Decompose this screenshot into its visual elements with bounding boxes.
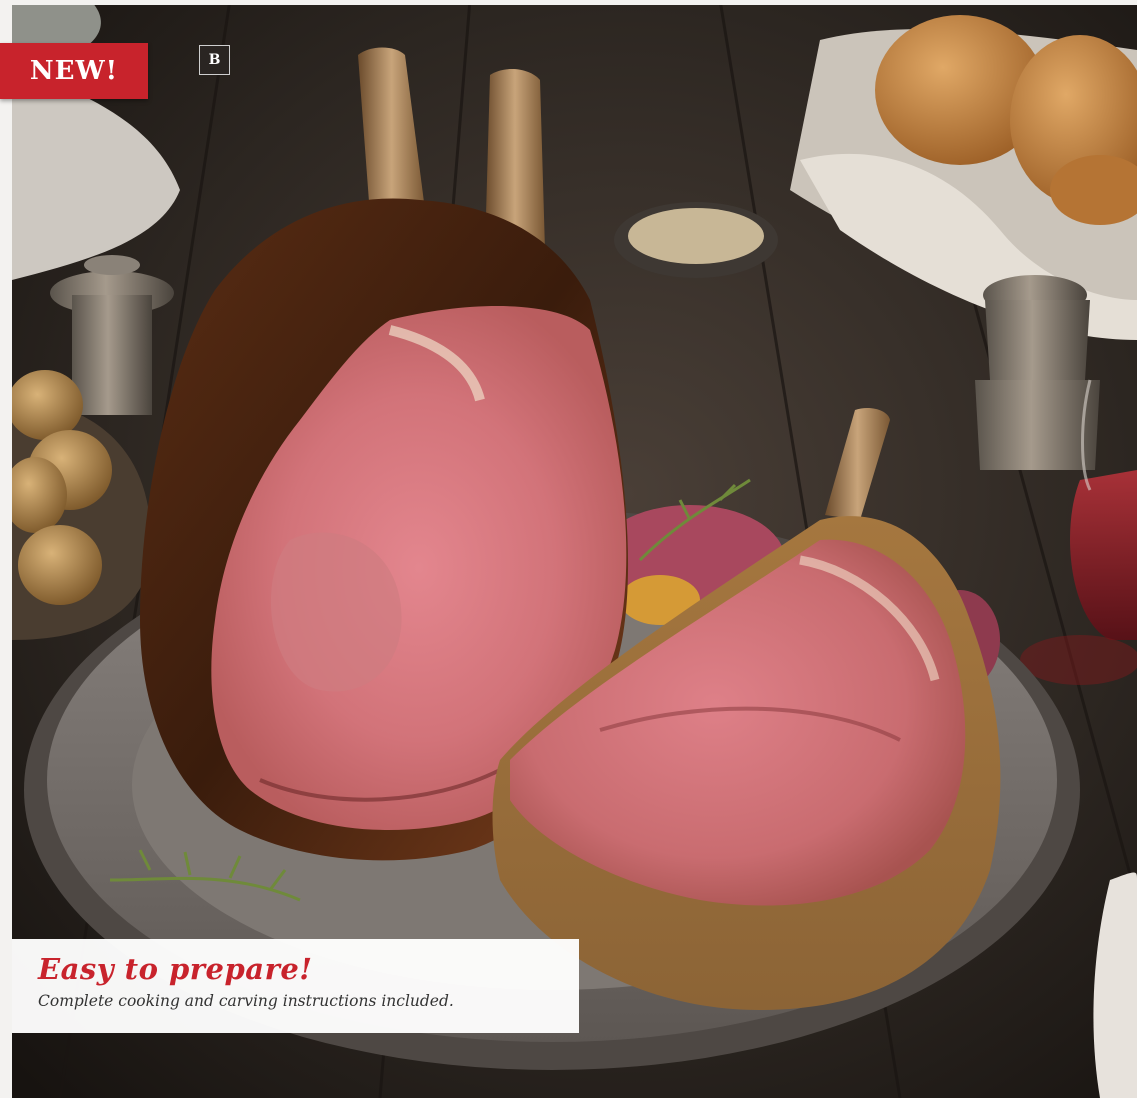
caption-subtitle: Complete cooking and carving instruction… (38, 992, 454, 1010)
brand-letter-badge: B (199, 45, 230, 75)
product-photo (0, 0, 1137, 1098)
caption-title: Easy to prepare! (38, 952, 313, 986)
frame-left-edge (0, 0, 12, 1098)
new-badge: NEW! (0, 43, 148, 99)
frame-top-edge (0, 0, 1137, 5)
caption-panel: Easy to prepare! Complete cooking and ca… (12, 939, 579, 1033)
